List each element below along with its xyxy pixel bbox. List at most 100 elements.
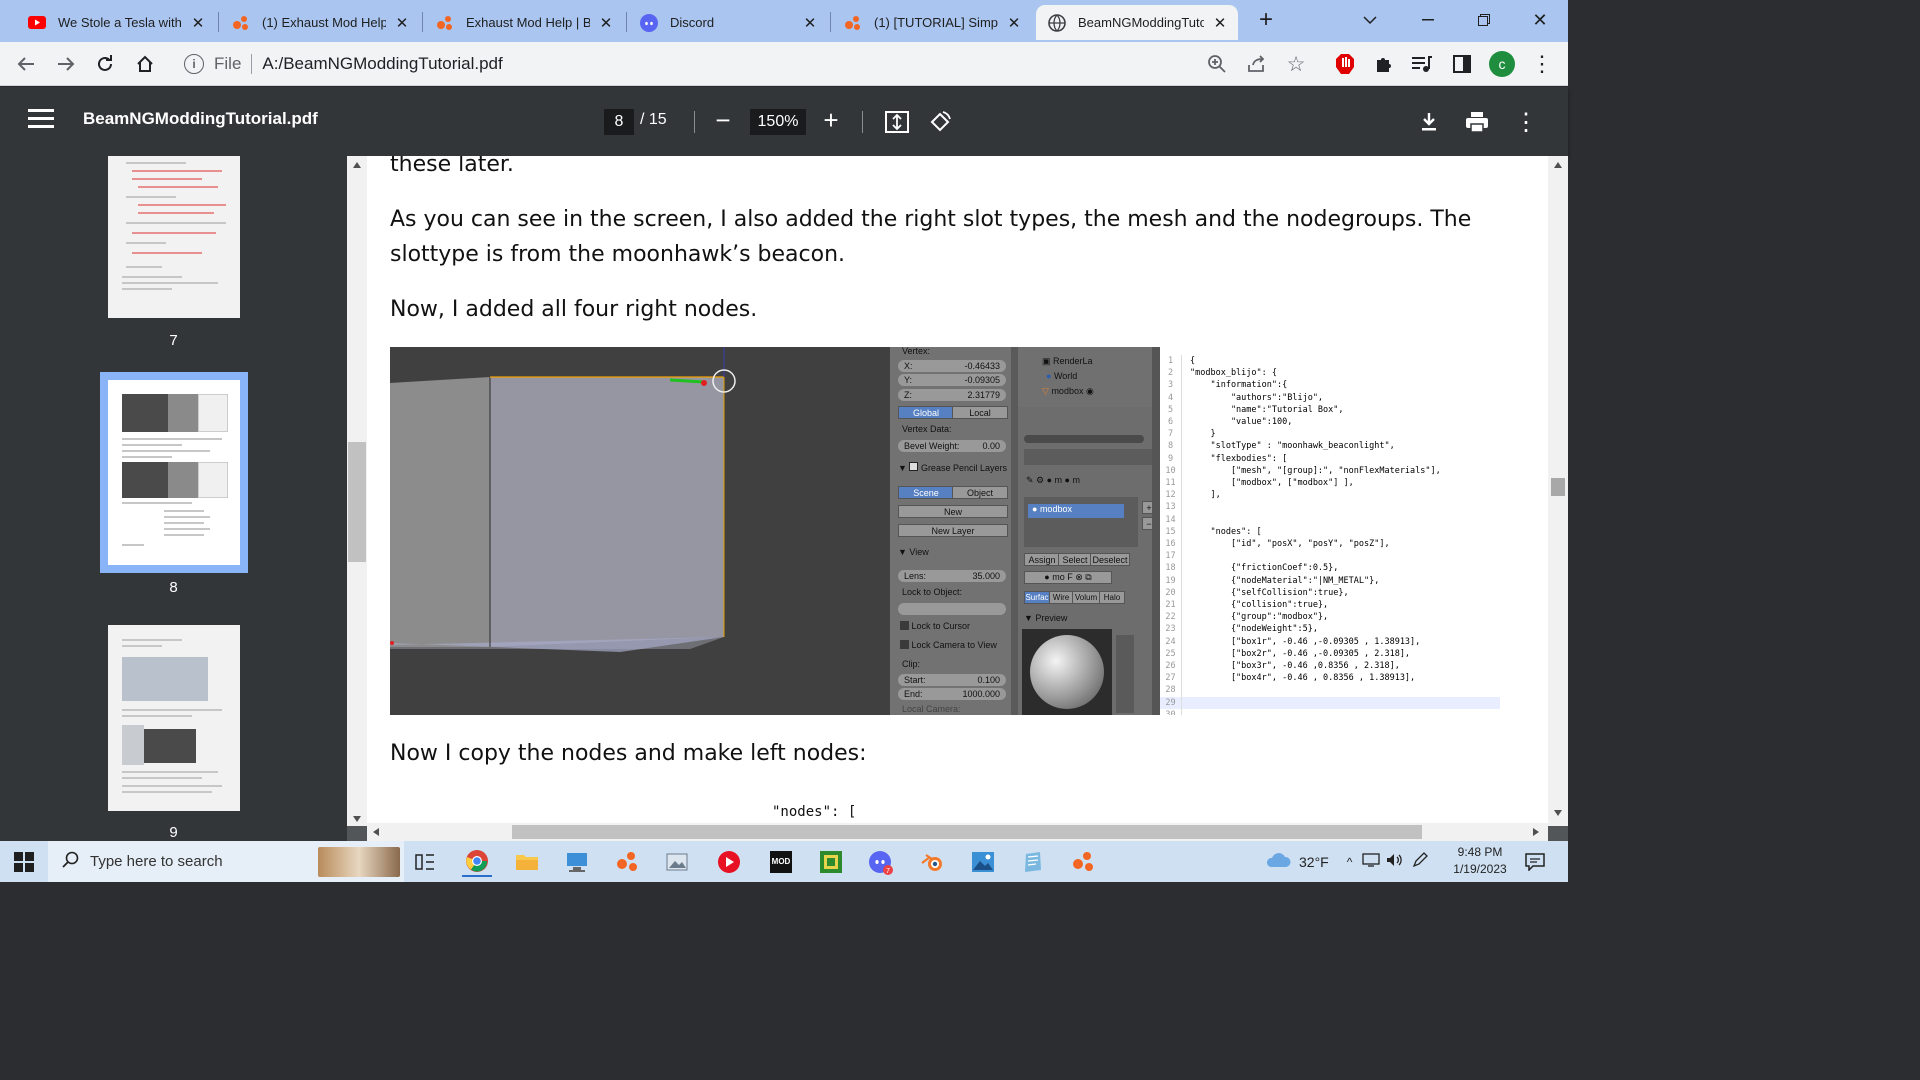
tab-tutorial[interactable]: (1) [TUTORIAL] Simple ✕ <box>832 5 1032 40</box>
close-icon[interactable]: ✕ <box>598 15 614 32</box>
download-icon[interactable] <box>1416 109 1442 135</box>
network-icon[interactable] <box>1362 853 1381 870</box>
back-button[interactable] <box>10 48 42 80</box>
new-tab-button[interactable]: + <box>1238 0 1294 40</box>
global-button[interactable]: Global <box>898 406 954 419</box>
chrome-taskbar-icon[interactable] <box>462 847 492 877</box>
close-icon[interactable]: ✕ <box>190 15 206 32</box>
tab-search-button[interactable] <box>1342 0 1398 40</box>
new-layer-button[interactable]: New Layer <box>898 524 1008 537</box>
pen-icon[interactable] <box>1412 852 1429 871</box>
start-button[interactable] <box>14 852 34 872</box>
close-icon[interactable]: ✕ <box>1006 15 1022 32</box>
local-button[interactable]: Local <box>952 406 1008 419</box>
code-line[interactable]: 25 ["box2r", -0.46 ,-0.09305 , 2.318], <box>1160 647 1500 660</box>
panel-scrollbar[interactable] <box>1152 347 1160 715</box>
code-line[interactable]: 12 ], <box>1160 489 1500 502</box>
sidebar-toggle-icon[interactable] <box>28 109 54 133</box>
assign-button[interactable]: Assign <box>1024 553 1060 566</box>
task-view-icon[interactable] <box>410 847 440 877</box>
code-line[interactable]: 15 "nodes": [ <box>1160 525 1500 538</box>
panel-scrollbar[interactable] <box>1011 347 1018 715</box>
volume-icon[interactable] <box>1386 853 1404 870</box>
menu-dots-icon[interactable]: ⋮ <box>1526 48 1558 80</box>
lock-cursor-checkbox[interactable]: Lock to Cursor <box>900 621 970 631</box>
discord-taskbar-icon[interactable]: 7 <box>866 847 896 877</box>
weather-temp[interactable]: 32°F <box>1299 854 1329 870</box>
close-window-button[interactable]: ✕ <box>1512 0 1568 40</box>
sidebar-scrollbar[interactable] <box>347 156 367 826</box>
zoom-icon[interactable] <box>1201 48 1233 80</box>
home-button[interactable] <box>129 48 161 80</box>
code-line[interactable]: 17 <box>1160 550 1500 563</box>
mod-app-icon[interactable]: MOD <box>766 847 796 877</box>
close-icon[interactable]: ✕ <box>802 15 818 32</box>
properties-tab-icons[interactable] <box>1024 449 1154 465</box>
code-line[interactable]: 1{ <box>1160 355 1500 368</box>
code-line[interactable]: 29 <box>1160 696 1500 709</box>
new-button[interactable]: New <box>898 505 1008 518</box>
media-player-icon[interactable] <box>714 847 744 877</box>
grease-pencil-header[interactable]: ▼ Grease Pencil Layers <box>898 462 1007 473</box>
view-header[interactable]: ▼ View <box>898 547 929 557</box>
info-icon[interactable]: i <box>184 54 204 74</box>
code-line[interactable]: 28 <box>1160 684 1500 697</box>
address-bar[interactable]: i File A:/BeamNGModdingTutorial.pdf <box>174 47 1316 81</box>
code-line[interactable]: 9 "flexbodies": [ <box>1160 452 1500 465</box>
select-button[interactable]: Select <box>1058 553 1092 566</box>
lock-object-field[interactable] <box>898 603 1006 615</box>
vertex-z-field[interactable]: Z: 2.31779 <box>898 389 1006 401</box>
media-control-icon[interactable] <box>1406 48 1438 80</box>
share-icon[interactable] <box>1241 48 1273 80</box>
scrollbar-thumb[interactable] <box>348 442 366 562</box>
file-explorer-icon[interactable] <box>512 847 542 877</box>
volume-tab[interactable]: Volum <box>1072 591 1100 604</box>
vertex-x-field[interactable]: X: -0.46433 <box>898 360 1006 372</box>
code-line[interactable]: 8 "slotType" : "moonhawk_beaconlight", <box>1160 440 1500 453</box>
control-panel-icon[interactable] <box>562 847 592 877</box>
lens-field[interactable]: Lens: 35.000 <box>898 570 1006 582</box>
code-line[interactable]: 4 "authors":"Blijo", <box>1160 391 1500 404</box>
close-icon[interactable]: ✕ <box>1212 15 1228 32</box>
scrollbar-thumb[interactable] <box>1551 478 1565 496</box>
restore-button[interactable] <box>1456 0 1512 40</box>
page-thumbnail-7[interactable] <box>108 156 240 318</box>
scrollbar-thumb[interactable] <box>512 825 1422 839</box>
code-line[interactable]: 20 {"selfCollision":true}, <box>1160 586 1500 599</box>
profile-avatar[interactable]: c <box>1486 48 1518 80</box>
outliner-item[interactable]: ▽ modbox ◉ <box>1042 386 1094 397</box>
material-slot-list[interactable]: ● modbox <box>1024 497 1138 547</box>
taskbar-clock[interactable]: 9:48 PM 1/19/2023 <box>1440 844 1520 878</box>
outliner-item[interactable]: ● World <box>1046 371 1077 381</box>
code-line[interactable]: 27 ["box4r", -0.46 , 0.8356 , 1.38913], <box>1160 672 1500 685</box>
scroll-right-arrow-icon[interactable] <box>1533 828 1539 836</box>
material-slot-item[interactable]: ● modbox <box>1028 504 1124 518</box>
side-panel-icon[interactable] <box>1446 48 1478 80</box>
code-line[interactable]: 10 ["mesh", "[group]:", "nonFlexMaterial… <box>1160 464 1500 477</box>
beamng-launcher-icon[interactable] <box>1068 847 1098 877</box>
tab-discord[interactable]: Discord ✕ <box>628 5 828 40</box>
code-line[interactable]: 26 ["box3r", -0.46 ,0.8356 , 2.318], <box>1160 660 1500 673</box>
material-browse-field[interactable]: ● mo F ⊗ ⧉ <box>1024 571 1112 584</box>
horizontal-scrollbar[interactable] <box>367 823 1548 841</box>
wire-tab[interactable]: Wire <box>1049 591 1073 604</box>
page-thumbnail-9[interactable] <box>108 625 240 811</box>
zoom-in-button[interactable]: + <box>818 106 844 136</box>
code-line[interactable]: 2 "modbox_blijo": { <box>1160 367 1500 380</box>
scene-button[interactable]: Scene <box>898 486 954 499</box>
forward-button[interactable] <box>50 48 82 80</box>
outliner-item[interactable]: ▣ RenderLa <box>1042 356 1093 367</box>
code-line[interactable]: 23 {"nodeWeight":5}, <box>1160 623 1500 636</box>
clip-start-field[interactable]: Start: 0.100 <box>898 674 1006 686</box>
code-line[interactable]: 14 <box>1160 513 1500 526</box>
print-icon[interactable] <box>1464 109 1490 135</box>
tab-pdf-active[interactable]: BeamNGModdingTutor ✕ <box>1036 5 1238 40</box>
photos-icon[interactable] <box>662 847 692 877</box>
code-line[interactable]: 11 ["modbox", ["modbox"] ], <box>1160 477 1500 490</box>
object-button[interactable]: Object <box>952 486 1008 499</box>
code-line[interactable]: 21 {"collision":true}, <box>1160 599 1500 612</box>
preview-header[interactable]: ▼ Preview <box>1024 613 1067 623</box>
preview-type-buttons[interactable] <box>1116 635 1134 713</box>
eye-icon[interactable]: ◉ <box>1086 386 1094 396</box>
paint-app-icon[interactable] <box>968 847 998 877</box>
